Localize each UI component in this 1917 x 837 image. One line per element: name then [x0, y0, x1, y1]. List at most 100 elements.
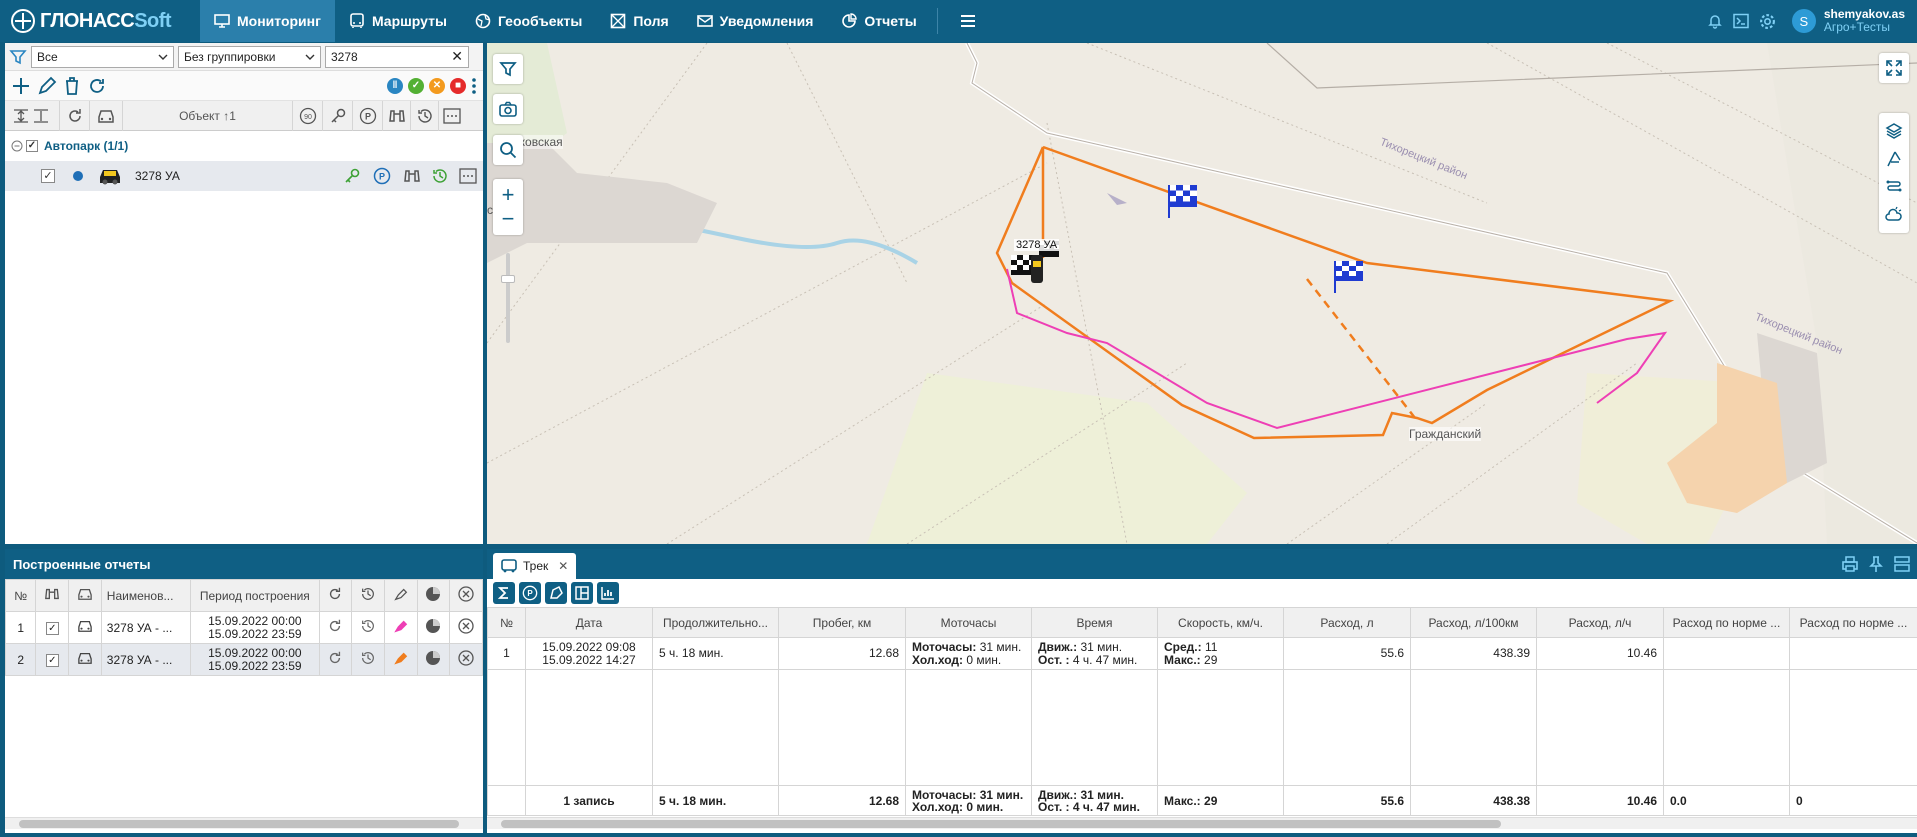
col-fuel[interactable]: Расход, л	[1283, 607, 1411, 638]
fullscreen-button[interactable]	[1879, 53, 1909, 83]
ok-status-icon[interactable]: ✓	[408, 77, 424, 94]
report-track-color[interactable]	[383, 643, 418, 676]
object-checkbox[interactable]: ✓	[41, 169, 55, 183]
col-fuel-100km[interactable]: Расход, л/100км	[1410, 607, 1537, 638]
pin-icon[interactable]	[1867, 555, 1885, 573]
chart-button[interactable]	[597, 582, 619, 604]
report-track-color[interactable]	[383, 611, 418, 644]
zoom-slider-handle[interactable]	[501, 275, 515, 283]
report-checkbox[interactable]: ✓	[35, 643, 70, 676]
clear-search-icon[interactable]: ✕	[451, 48, 463, 65]
zoom-out-button[interactable]: −	[502, 207, 515, 231]
col-fuel-norm-1[interactable]: Расход по норме ...	[1663, 607, 1790, 638]
layers-icon[interactable]	[1885, 122, 1903, 140]
bell-icon[interactable]	[1707, 13, 1723, 29]
app-logo[interactable]: ГЛОНАСС Soft	[0, 0, 200, 42]
col-duration[interactable]: Продолжительно...	[652, 607, 779, 638]
filter-icon[interactable]	[9, 48, 27, 66]
col-history[interactable]	[351, 579, 385, 612]
menu-button[interactable]	[944, 0, 992, 42]
col-period[interactable]: Период построения	[190, 579, 320, 612]
object-row[interactable]: ✓ 3278 УА P	[5, 161, 483, 191]
object-column-header[interactable]: Объект ↑1	[123, 100, 293, 131]
track-horizontal-scrollbar[interactable]	[487, 817, 1917, 829]
report-row[interactable]: 2 ✓ 3278 УА - ... 15.09.2022 00:00 15.09.…	[4, 643, 483, 676]
col-fuel-norm-2[interactable]: Расход по норме ...	[1789, 607, 1917, 638]
zoom-slider[interactable]	[501, 253, 515, 343]
object-search-input[interactable]: 3278 ✕	[325, 45, 469, 68]
col-num[interactable]: №	[487, 607, 526, 638]
parkings-button[interactable]: P	[519, 582, 541, 604]
expand-collapse-header[interactable]	[5, 100, 60, 131]
report-refresh[interactable]	[318, 611, 353, 644]
report-time[interactable]	[416, 611, 451, 644]
col-time[interactable]: Время	[1031, 607, 1158, 638]
report-refresh[interactable]	[318, 643, 353, 676]
col-vehicle[interactable]	[68, 579, 102, 612]
report-time[interactable]	[416, 643, 451, 676]
terminal-icon[interactable]	[1733, 13, 1749, 29]
vehicle-type-header[interactable]	[90, 100, 123, 131]
tab-close-icon[interactable]: ✕	[558, 559, 568, 573]
col-close[interactable]	[449, 579, 483, 612]
history-icon[interactable]	[431, 167, 449, 185]
report-checkbox[interactable]: ✓	[35, 611, 70, 644]
zoom-in-button[interactable]: +	[502, 183, 515, 207]
col-refresh[interactable]	[318, 579, 353, 612]
map-search-button[interactable]	[493, 135, 523, 165]
more-vertical-icon[interactable]	[471, 77, 477, 95]
col-date[interactable]: Дата	[525, 607, 653, 638]
track-data-row[interactable]: 1 15.09.2022 09:08 15.09.2022 14:27 5 ч. …	[487, 637, 1917, 670]
col-speed[interactable]: Скорость, км/ч.	[1157, 607, 1284, 638]
history-header[interactable]	[411, 100, 439, 131]
edit-icon[interactable]	[37, 76, 57, 96]
trash-icon[interactable]	[63, 76, 81, 96]
measure-icon[interactable]	[1885, 150, 1903, 168]
group-row-autopark[interactable]: ✓ Автопарк (1/1)	[5, 131, 483, 161]
nav-routes[interactable]: Маршруты	[335, 0, 461, 42]
totals-button[interactable]	[493, 582, 515, 604]
parking-header[interactable]: P	[353, 100, 383, 131]
route-icon[interactable]	[1885, 178, 1903, 196]
nav-geoobjects[interactable]: Геообъекты	[461, 0, 596, 42]
report-history[interactable]	[351, 611, 385, 644]
map-view[interactable]: Выжковская ская Гражданский Тихорецкий р…	[487, 43, 1917, 544]
add-icon[interactable]	[11, 76, 31, 96]
refresh-icon[interactable]	[87, 76, 107, 96]
vehicle-map-label[interactable]: 3278 УА	[1014, 239, 1060, 251]
col-fuel-per-hour[interactable]: Расход, л/ч	[1536, 607, 1664, 638]
warning-status-icon[interactable]: ✕	[429, 77, 445, 94]
speed-header[interactable]: 90	[293, 100, 323, 131]
col-tracking[interactable]	[35, 579, 70, 612]
col-name[interactable]: Наименов...	[100, 579, 192, 612]
tracking-header[interactable]	[383, 100, 411, 131]
group-checkbox[interactable]: ✓	[26, 140, 38, 152]
more-header[interactable]	[439, 101, 465, 131]
reports-horizontal-scrollbar[interactable]	[5, 817, 483, 829]
columns-button[interactable]	[571, 582, 593, 604]
status-select[interactable]: Все	[31, 45, 174, 68]
map-filter-button[interactable]	[493, 54, 523, 84]
nav-fields[interactable]: Поля	[596, 0, 682, 42]
grouping-select[interactable]: Без группировки	[178, 45, 321, 68]
lock-status-icon[interactable]: ■	[450, 77, 466, 94]
col-time[interactable]	[416, 579, 451, 612]
avatar[interactable]: S	[1791, 9, 1816, 33]
ignition-header[interactable]	[323, 100, 353, 131]
gear-icon[interactable]	[1759, 13, 1776, 30]
binoculars-icon[interactable]	[403, 167, 421, 185]
report-close[interactable]	[449, 643, 483, 676]
more-horizontal-icon[interactable]	[459, 168, 477, 184]
col-motohours[interactable]: Моточасы	[905, 607, 1032, 638]
col-mileage[interactable]: Пробег, км	[778, 607, 906, 638]
layout-icon[interactable]	[1893, 555, 1911, 573]
nav-monitoring[interactable]: Мониторинг	[200, 0, 335, 42]
report-row[interactable]: 1 ✓ 3278 УА - ... 15.09.2022 00:00 15.09.…	[4, 611, 483, 644]
collapse-toggle-icon[interactable]	[11, 140, 23, 152]
refresh-header[interactable]	[60, 100, 90, 131]
geozones-button[interactable]	[545, 582, 567, 604]
weather-icon[interactable]	[1885, 206, 1903, 224]
report-close[interactable]	[449, 611, 483, 644]
col-track-color[interactable]	[383, 579, 418, 612]
user-info[interactable]: shemyakov.as Агро+Тесты	[1824, 8, 1905, 34]
